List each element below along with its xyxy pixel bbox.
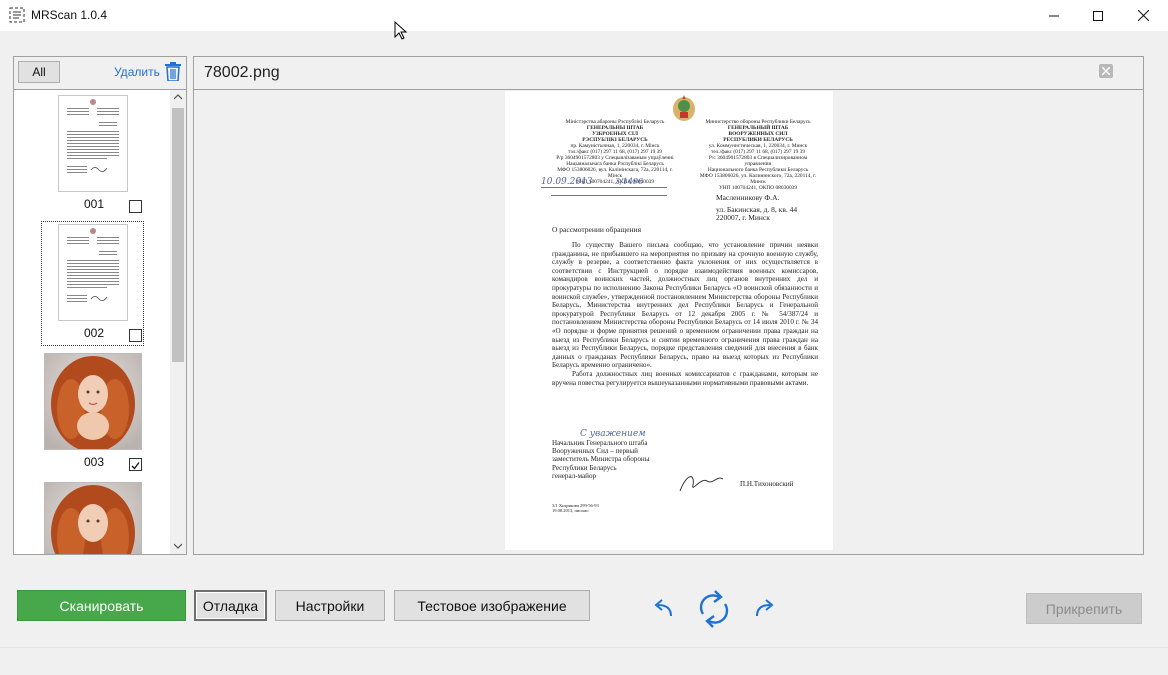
attach-button[interactable]: Прикрепить [1026,593,1142,624]
thumbnail-toolbar: All Удалить [14,57,186,90]
coat-of-arms-emblem [673,95,695,121]
test-image-button[interactable]: Тестовое изображение [394,590,590,621]
letterhead-right: Министерство обороны Республики Беларусь… [699,119,817,191]
scroll-up-icon[interactable] [174,94,182,100]
signature-block: Начальник Генерального штаба Вооруженных… [552,439,650,480]
letter-footnote: 3/1 Хохрякова 299-56-93 19.08.2013, пись… [552,503,599,514]
thumbnail-002-image[interactable] [58,224,128,321]
thumbnail-003-image[interactable] [44,353,142,450]
preview-filename: 78002.png [204,64,280,81]
letter-subject: О рассмотрении обращения [552,225,642,234]
recipient-address: Масленникову Ф.А. ул. Бакинская, д. 8, к… [716,193,798,222]
scroll-down-icon[interactable] [174,543,182,549]
minimize-button[interactable] [1031,0,1077,31]
thumbnail-004-image[interactable] [44,482,142,554]
settings-button[interactable]: Настройки [275,590,385,621]
handwritten-number: 3/1496 [615,177,644,186]
app-scanner-icon [9,7,25,23]
close-icon [1137,10,1149,21]
close-window-button[interactable] [1120,0,1166,31]
window-title: MRScan 1.0.4 [31,8,108,22]
document-preview: Міністэрства абароны Рэспублікі Беларусь… [505,91,833,550]
maximize-icon [1093,10,1103,21]
maximize-button[interactable] [1075,0,1121,31]
minimize-icon [1049,15,1059,16]
debug-button[interactable]: Отладка [194,590,267,621]
select-all-button[interactable]: All [18,61,60,83]
thumbnail-002-label: 002 [84,326,105,340]
checkmark-icon [131,462,140,470]
trash-icon[interactable] [165,62,181,81]
refresh-icon[interactable] [695,588,733,630]
mouse-cursor-icon [394,21,408,40]
signer-name: П.Н.Тихоновский [740,480,794,488]
thumbnail-scrollbar[interactable] [170,90,186,554]
thumbnail-001-label: 001 [84,197,105,211]
rotate-left-icon[interactable] [652,596,676,620]
preview-panel: 78002.png Міністэрства абароны Рэспублік… [193,56,1144,555]
letterhead-left: Міністэрства абароны Рэспублікі Беларусь… [556,119,674,185]
signature-scribble [679,476,724,492]
thumbnail-001-image[interactable] [58,95,128,192]
title-bar: MRScan 1.0.4 [0,0,1168,31]
thumbnail-001-checkbox[interactable] [129,200,142,213]
scan-button[interactable]: Сканировать [17,590,186,621]
status-bar [0,647,1168,675]
rotate-right-icon[interactable] [752,596,776,620]
thumbnail-003-checkbox[interactable] [129,458,142,471]
thumbnail-002-checkbox[interactable] [129,329,142,342]
thumbnail-panel: All Удалить 001 002 003 [13,56,187,555]
close-icon [1102,67,1110,75]
handwritten-date: 10.09.2013 [541,177,593,187]
thumbnail-003-label: 003 [84,455,105,469]
close-preview-button[interactable] [1099,64,1113,78]
scrollbar-thumb[interactable] [172,108,184,362]
letter-body: По существу Вашего письма сообщаю, что у… [552,241,818,387]
handwritten-closing: С уважением [580,429,646,439]
delete-link[interactable]: Удалить [114,65,160,79]
thumbnail-list[interactable]: 001 002 003 [14,90,170,554]
preview-area: Міністэрства абароны Рэспублікі Беларусь… [194,89,1143,554]
